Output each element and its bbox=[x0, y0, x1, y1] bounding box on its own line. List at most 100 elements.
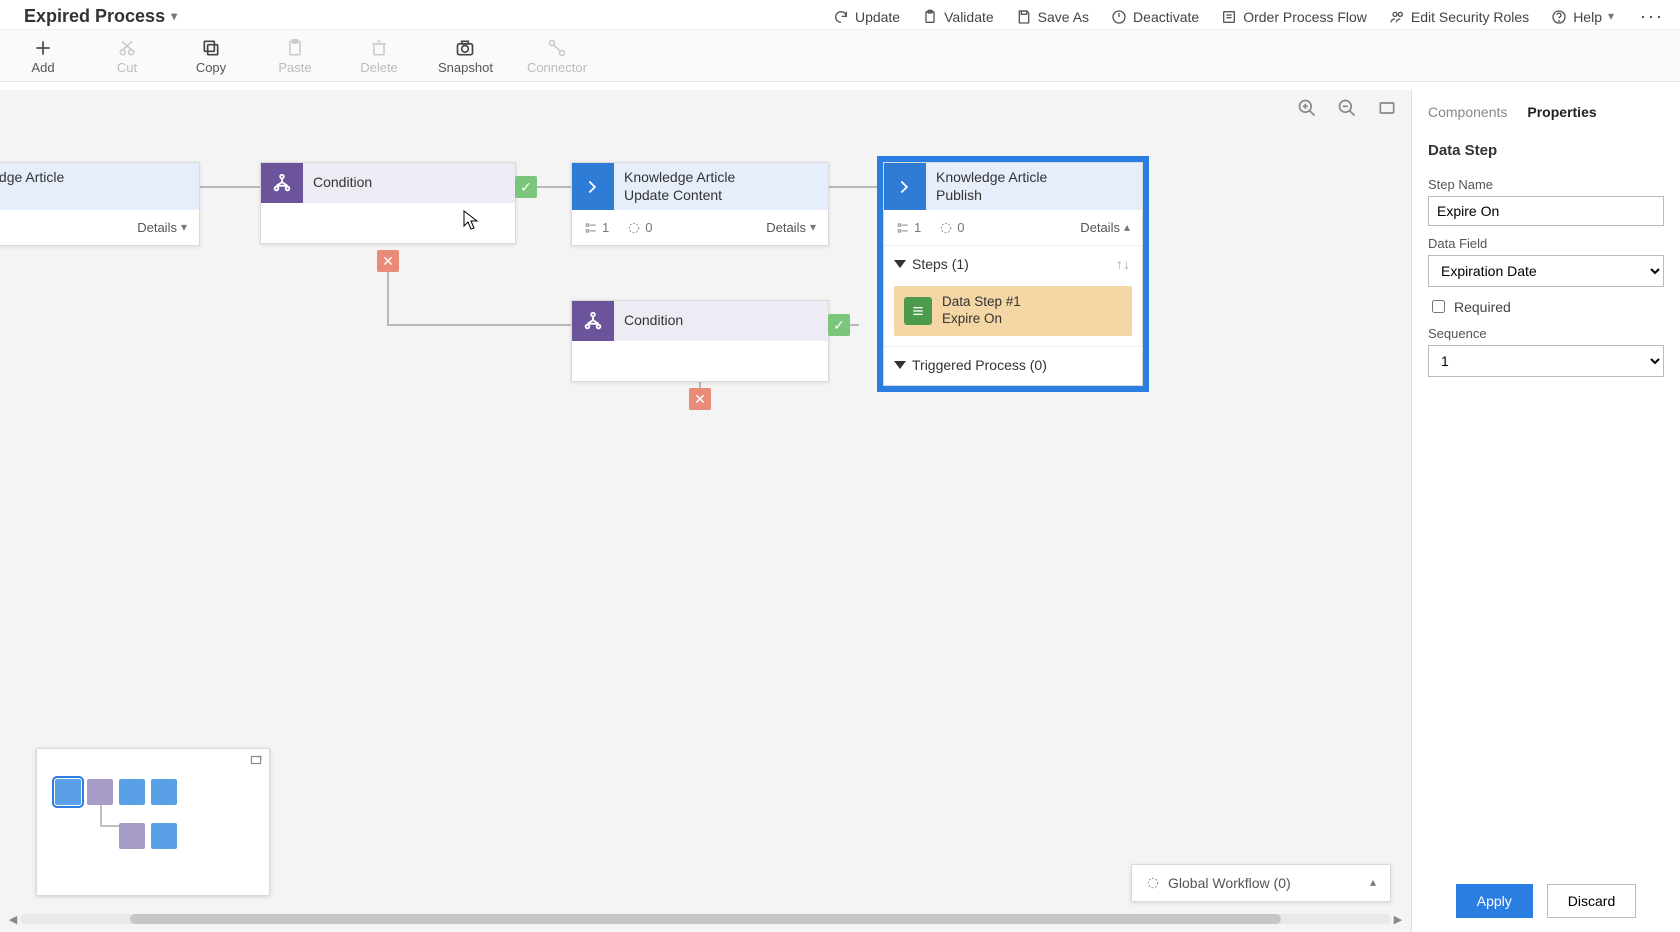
steps-section: Steps (1) ↑↓ Data Step #1 Expire On bbox=[884, 245, 1142, 385]
condition-1[interactable]: Condition bbox=[260, 162, 516, 244]
steps-count: 1 bbox=[914, 220, 921, 235]
mini-node[interactable] bbox=[151, 779, 177, 805]
scroll-thumb[interactable] bbox=[130, 914, 1282, 924]
sequence-select[interactable]: 1 bbox=[1428, 345, 1664, 377]
save-icon bbox=[1016, 9, 1032, 25]
condition-2[interactable]: Condition bbox=[571, 300, 829, 382]
snapshot-button[interactable]: Snapshot bbox=[438, 38, 493, 75]
update-button[interactable]: Update bbox=[833, 9, 900, 25]
details-label: Details bbox=[766, 220, 806, 235]
stage-title-line2: Publish bbox=[936, 187, 1132, 205]
delete-label: Delete bbox=[360, 60, 398, 75]
tab-properties[interactable]: Properties bbox=[1527, 104, 1596, 124]
reorder-arrows[interactable]: ↑↓ bbox=[1116, 256, 1130, 272]
chevron-up-icon[interactable]: ▴ bbox=[1370, 875, 1376, 889]
stage-icon bbox=[884, 163, 926, 210]
paste-label: Paste bbox=[278, 60, 311, 75]
add-button[interactable]: Add bbox=[18, 38, 68, 75]
order-flow-button[interactable]: Order Process Flow bbox=[1221, 9, 1367, 25]
tab-components[interactable]: Components bbox=[1428, 104, 1507, 124]
minimap[interactable] bbox=[36, 748, 270, 896]
apply-button[interactable]: Apply bbox=[1456, 884, 1533, 918]
discard-button[interactable]: Discard bbox=[1547, 884, 1636, 918]
help-button[interactable]: Help ▾ bbox=[1551, 9, 1614, 25]
step-name: Data Step #1 bbox=[942, 294, 1021, 311]
gate-false-icon: ✕ bbox=[689, 388, 711, 410]
mini-node[interactable] bbox=[119, 823, 145, 849]
collapse-icon bbox=[894, 361, 906, 369]
condition-title: Condition bbox=[313, 174, 505, 192]
camera-icon bbox=[455, 38, 475, 58]
details-label: Details bbox=[1080, 220, 1120, 235]
stage-title-line2: Review bbox=[0, 187, 189, 205]
more-button[interactable]: ··· bbox=[1636, 6, 1668, 27]
panel-tabs: Components Properties bbox=[1428, 104, 1664, 124]
stage-title-line1: Knowledge Article bbox=[0, 169, 189, 187]
validate-button[interactable]: Validate bbox=[922, 9, 994, 25]
required-checkbox[interactable] bbox=[1432, 300, 1445, 313]
workflow-icon bbox=[1146, 876, 1160, 890]
step-field: Expire On bbox=[942, 311, 1021, 328]
global-workflow-label: Global Workflow (0) bbox=[1168, 875, 1291, 891]
copy-label: Copy bbox=[196, 60, 226, 75]
process-count-icon bbox=[627, 221, 641, 235]
power-icon bbox=[1111, 9, 1127, 25]
zoom-in-icon[interactable] bbox=[1297, 98, 1317, 118]
mini-node[interactable] bbox=[87, 779, 113, 805]
details-toggle[interactable]: Details ▾ bbox=[137, 220, 187, 235]
collapse-icon[interactable] bbox=[894, 260, 906, 268]
mini-node[interactable] bbox=[151, 823, 177, 849]
scroll-left-icon[interactable]: ◀ bbox=[6, 913, 20, 926]
required-label: Required bbox=[1454, 299, 1511, 315]
security-label: Edit Security Roles bbox=[1411, 9, 1529, 25]
stage-review[interactable]: Knowledge Article Review 0 Details ▾ bbox=[0, 162, 200, 246]
global-workflow-panel[interactable]: Global Workflow (0) ▴ bbox=[1131, 864, 1391, 902]
steps-count-icon bbox=[584, 221, 598, 235]
details-toggle[interactable]: Details ▾ bbox=[766, 220, 816, 235]
stage-update-content[interactable]: Knowledge Article Update Content 1 0 Det… bbox=[571, 162, 829, 246]
cut-icon bbox=[117, 38, 137, 58]
details-toggle[interactable]: Details ▴ bbox=[1080, 220, 1130, 235]
connector-label: Connector bbox=[527, 60, 587, 75]
data-field-select[interactable]: Expiration Date bbox=[1428, 255, 1664, 287]
chevron-down-icon: ▾ bbox=[1608, 9, 1614, 23]
edit-security-button[interactable]: Edit Security Roles bbox=[1389, 9, 1529, 25]
expand-icon[interactable] bbox=[247, 753, 265, 767]
stage-publish[interactable]: Knowledge Article Publish 1 0 Details ▴ bbox=[883, 162, 1143, 386]
copy-button[interactable]: Copy bbox=[186, 38, 236, 75]
chevron-down-icon: ▾ bbox=[181, 220, 187, 234]
cut-button[interactable]: Cut bbox=[102, 38, 152, 75]
data-step-1[interactable]: Data Step #1 Expire On bbox=[894, 286, 1132, 336]
stage-title-line1: Knowledge Article bbox=[624, 169, 818, 187]
help-icon bbox=[1551, 9, 1567, 25]
titlebar: Expired Process ▾ Update Validate Save A… bbox=[0, 0, 1680, 30]
mini-node[interactable] bbox=[55, 779, 81, 805]
step-name-input[interactable] bbox=[1428, 196, 1664, 226]
stage-title-line2: Update Content bbox=[624, 187, 818, 205]
steps-count: 1 bbox=[602, 220, 609, 235]
paste-icon bbox=[285, 38, 305, 58]
triggered-process-section[interactable]: Triggered Process (0) bbox=[884, 346, 1142, 385]
plus-icon bbox=[33, 38, 53, 58]
cut-label: Cut bbox=[117, 60, 137, 75]
delete-button[interactable]: Delete bbox=[354, 38, 404, 75]
horizontal-scrollbar[interactable]: ◀ ▶ bbox=[6, 912, 1405, 926]
condition-icon bbox=[261, 163, 303, 203]
zoom-out-icon[interactable] bbox=[1337, 98, 1357, 118]
mini-node[interactable] bbox=[119, 779, 145, 805]
process-count: 0 bbox=[957, 220, 964, 235]
stage-title-line1: Knowledge Article bbox=[936, 169, 1132, 187]
chevron-up-icon: ▴ bbox=[1124, 220, 1130, 234]
details-label: Details bbox=[137, 220, 177, 235]
deactivate-button[interactable]: Deactivate bbox=[1111, 9, 1199, 25]
process-title[interactable]: Expired Process ▾ bbox=[24, 6, 177, 27]
save-as-button[interactable]: Save As bbox=[1016, 9, 1089, 25]
connector-icon bbox=[547, 38, 567, 58]
steps-count-icon bbox=[896, 221, 910, 235]
scroll-right-icon[interactable]: ▶ bbox=[1391, 913, 1405, 926]
canvas[interactable]: Knowledge Article Review 0 Details ▾ bbox=[0, 90, 1412, 932]
scroll-track[interactable] bbox=[20, 914, 1391, 924]
paste-button[interactable]: Paste bbox=[270, 38, 320, 75]
fit-screen-icon[interactable] bbox=[1377, 98, 1397, 118]
connector-button[interactable]: Connector bbox=[527, 38, 587, 75]
